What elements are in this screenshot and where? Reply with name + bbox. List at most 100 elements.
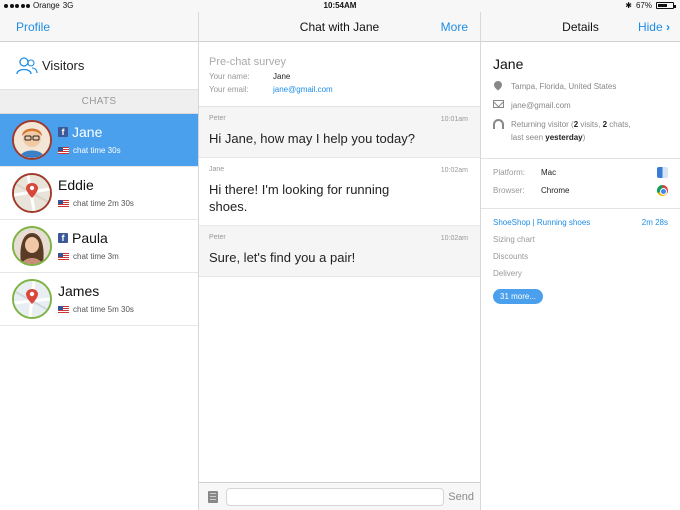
location-row: Tampa, Florida, United States [492,79,668,93]
chat-time: chat time 2m 30s [73,199,134,208]
email-text: jane@gmail.com [511,101,571,110]
current-page-duration: 2m 28s [641,218,668,227]
avatar [12,120,52,160]
visitors-link[interactable]: Visitors [0,42,198,90]
visitor-meta: chat time 3m [58,252,119,261]
visitor-name: James [58,283,100,299]
location-text: Tampa, Florida, United States [511,82,617,91]
current-page-path: ShoeShop | Running shoes [493,218,591,227]
survey-email-link[interactable]: jane@gmail.com [273,85,333,94]
message-input[interactable] [226,488,444,506]
location-pin-icon [492,79,504,91]
email-icon [493,100,504,108]
visitors-icon [16,56,38,74]
message-text: Sure, let's find you a pair! [209,250,356,265]
survey-email-label: Your email: [209,85,249,94]
chat-title: Chat with Jane [299,20,380,34]
survey-title: Pre-chat survey [209,56,287,68]
battery-percent: 67% [635,1,652,10]
message-text: Hi Jane, how may I help you today? [209,131,415,146]
visitor-row-james[interactable]: James chat time 5m 30s [0,273,198,326]
message-text: Hi there! I'm looking for running shoes. [209,182,390,214]
left-navbar: Profile [0,12,198,42]
browser-row: Browser: Chrome [493,184,668,196]
us-flag-icon [58,253,69,260]
page-link-shoeshop[interactable]: ShoeShop [493,218,530,227]
chat-time: chat time 3m [73,252,119,261]
chevron-right-icon: › [666,20,670,34]
browser-value: Chrome [541,185,570,195]
details-pane: Details Hide › Jane Tampa, Florida, Unit… [481,12,680,510]
pre-chat-survey: Pre-chat survey Your name: Jane Your ema… [199,42,480,107]
send-button[interactable]: Send [448,491,474,503]
chat-pane: Chat with Jane More Pre-chat survey Your… [199,12,481,510]
visitor-meta: chat time 30s [58,146,121,155]
message-time: 10:02am [440,235,468,242]
platform-value: Mac [541,167,557,177]
chrome-icon [657,184,668,196]
survey-name-value: Jane [273,72,291,81]
us-flag-icon [58,200,69,207]
chat-message: Peter 10:02am Sure, let's find you a pai… [199,226,480,277]
message-sender: Jane [209,166,225,173]
visitor-name: f Paula [58,230,108,246]
facebook-icon: f [58,233,68,243]
visitors-pane: Profile Visitors CHATS f Jane chat time 3… [0,12,199,510]
battery-icon [656,2,676,9]
facebook-icon: f [58,127,68,137]
visits-row: Returning visitor (2 visits, 2 chats, las… [493,118,668,144]
visitor-name: f Jane [58,124,102,140]
status-bar: Orange 3G 10:54AM ✱ 67% [0,0,680,12]
page-link-running-shoes[interactable]: Running shoes [537,218,590,227]
status-time: 10:54AM [323,1,357,10]
details-navbar: Details Hide › [481,12,680,42]
message-sender: Peter [209,234,226,241]
message-sender: Peter [209,115,226,122]
system-info: Platform: Mac Browser: Chrome [481,159,680,209]
avatar [12,279,52,319]
canned-responses-icon[interactable] [208,491,218,503]
browser-label: Browser: [493,185,525,195]
profile-button[interactable]: Profile [16,20,50,34]
chat-message: Jane 10:02am Hi there! I'm looking for r… [199,158,480,226]
more-button[interactable]: More [441,20,468,34]
platform-row: Platform: Mac [493,166,668,178]
mac-finder-icon [657,166,668,178]
current-page-row: ShoeShop | Running shoes 2m 28s [493,218,668,227]
chat-message: Peter 10:01am Hi Jane, how may I help yo… [199,107,480,158]
visitor-row-paula[interactable]: f Paula chat time 3m [0,220,198,273]
message-time: 10:01am [440,116,468,123]
bluetooth-icon: ✱ [625,1,632,10]
page-history-item[interactable]: Discounts [493,252,668,261]
message-time: 10:02am [440,167,468,174]
page-history-item[interactable]: Delivery [493,269,668,278]
visits-text: Returning visitor (2 visits, 2 chats, las… [511,120,631,142]
visitor-details: Jane Tampa, Florida, United States jane@… [481,42,680,159]
page-history-item[interactable]: Sizing chart [493,235,668,244]
us-flag-icon [58,147,69,154]
survey-email-row: Your email: jane@gmail.com [209,85,470,94]
avatar [12,173,52,213]
hide-button[interactable]: Hide › [638,20,670,34]
visitor-row-eddie[interactable]: Eddie chat time 2m 30s [0,167,198,220]
avatar [12,226,52,266]
chat-time: chat time 30s [73,146,121,155]
visitor-name: Eddie [58,177,94,193]
visitors-label: Visitors [42,58,85,73]
visitor-meta: chat time 5m 30s [58,305,134,314]
survey-name-row: Your name: Jane [209,72,470,81]
status-right: ✱ 67% [625,1,676,10]
us-flag-icon [58,306,69,313]
headset-icon [493,119,504,129]
survey-name-label: Your name: [209,72,250,81]
visited-pages: ShoeShop | Running shoes 2m 28s Sizing c… [481,209,680,313]
chat-time: chat time 5m 30s [73,305,134,314]
platform-label: Platform: [493,167,526,177]
message-composer: Send [199,482,480,510]
visitor-row-jane[interactable]: f Jane chat time 30s [0,114,198,167]
email-row: jane@gmail.com [493,99,668,112]
visitor-meta: chat time 2m 30s [58,199,134,208]
chats-section-header: CHATS [0,90,198,114]
chat-navbar: Chat with Jane More [199,12,480,42]
more-pages-button[interactable]: 31 more... [493,289,544,304]
